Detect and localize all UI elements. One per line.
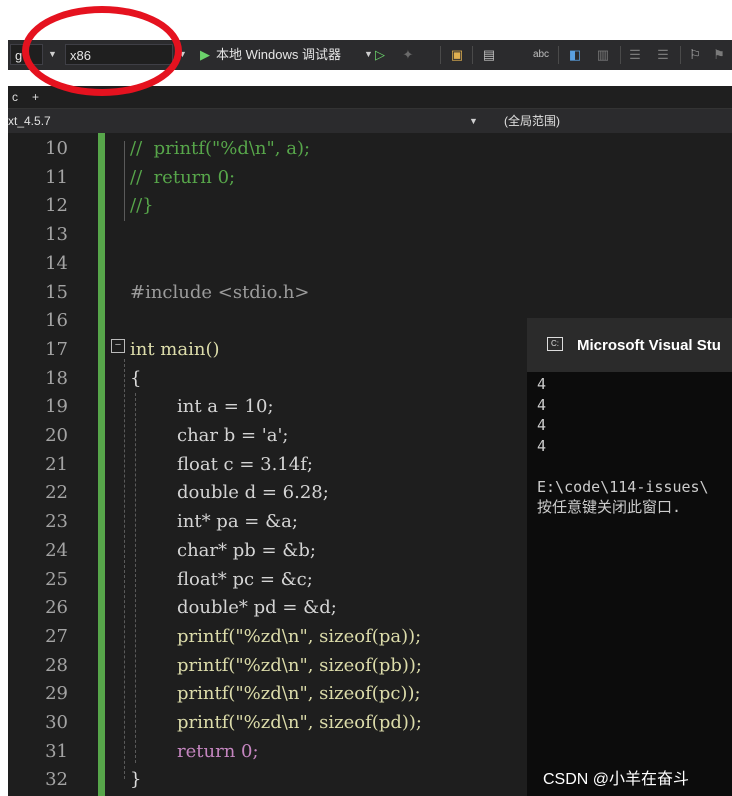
comment-icon[interactable]: ▥ bbox=[594, 46, 612, 64]
line-number: 21 bbox=[45, 453, 68, 475]
console-output-line: 4 bbox=[537, 416, 547, 434]
run-debugger-button[interactable]: 本地 Windows 调试器 bbox=[216, 44, 341, 65]
indent-guide bbox=[135, 393, 136, 763]
project-chevron-down-icon[interactable]: ▼ bbox=[469, 112, 478, 130]
line-number: 25 bbox=[45, 568, 68, 590]
outdent-icon[interactable]: ☰ bbox=[654, 46, 672, 64]
console-output-line: 4 bbox=[537, 395, 547, 414]
code-line: return 0; bbox=[177, 740, 259, 762]
window-layout-icon[interactable]: ▤ bbox=[480, 46, 498, 64]
pin-icon[interactable]: + bbox=[32, 88, 39, 106]
breakpoint-icon[interactable]: ◧ bbox=[566, 46, 584, 64]
bookmark-next-icon[interactable]: ⚑ bbox=[710, 46, 728, 64]
console-app-icon: C: bbox=[547, 337, 563, 351]
line-number: 29 bbox=[45, 683, 68, 705]
line-number: 28 bbox=[45, 654, 68, 676]
console-output-line: 4 bbox=[537, 436, 547, 455]
console-output-line: 按任意键关闭此窗口. bbox=[537, 498, 682, 516]
code-line: float* pc = &c; bbox=[177, 568, 313, 590]
console-title-bar[interactable]: C: Microsoft Visual Stu bbox=[527, 318, 732, 372]
line-number: 22 bbox=[45, 482, 68, 504]
code-line: //} bbox=[130, 195, 154, 217]
code-line: #include <stdio.h> bbox=[130, 281, 310, 303]
code-line: } bbox=[130, 769, 142, 791]
line-number: 18 bbox=[45, 367, 68, 389]
collapse-icon[interactable]: − bbox=[111, 339, 125, 353]
line-number: 26 bbox=[45, 597, 68, 619]
console-title: Microsoft Visual Stu bbox=[577, 337, 721, 354]
line-number: 17 bbox=[45, 338, 68, 360]
change-tracking-bar bbox=[98, 133, 105, 796]
console-output-line: E:\code\114-issues\ bbox=[537, 477, 709, 496]
code-line: // printf("%d\n", a); bbox=[130, 138, 311, 159]
line-number: 11 bbox=[45, 166, 68, 188]
code-line: int a = 10; bbox=[177, 396, 274, 418]
console-window[interactable]: C: Microsoft Visual Stu 4 4 4 4 E:\code\… bbox=[527, 318, 732, 796]
code-line: // return 0; bbox=[130, 166, 236, 188]
line-number: 32 bbox=[45, 769, 68, 791]
scope-dropdown[interactable]: (全局范围) bbox=[504, 112, 560, 130]
line-number: 30 bbox=[45, 712, 68, 733]
line-number: 14 bbox=[45, 252, 68, 274]
line-number: 13 bbox=[45, 224, 68, 246]
outline-guide bbox=[124, 359, 125, 779]
solution-explorer-icon[interactable]: ▣ bbox=[448, 46, 466, 64]
code-line: int* pa = &a; bbox=[177, 511, 298, 533]
code-line: int main() bbox=[130, 338, 220, 360]
code-line: float c = 3.14f; bbox=[177, 453, 313, 475]
code-line: printf("%zd\n", sizeof(pa)); bbox=[177, 625, 422, 647]
hot-reload-icon[interactable]: ✦ bbox=[399, 46, 417, 64]
line-number: 24 bbox=[45, 539, 68, 561]
console-output-line: 4 bbox=[537, 375, 547, 393]
outline-guide bbox=[124, 141, 125, 221]
line-number: 12 bbox=[45, 195, 68, 217]
tab-label[interactable]: c bbox=[12, 88, 18, 106]
indent-icon[interactable]: ☰ bbox=[626, 46, 644, 64]
line-number: 10 bbox=[45, 138, 68, 159]
navigation-bar: xt_4.5.7 ▼ (全局范围) bbox=[8, 109, 732, 133]
code-line: double d = 6.28; bbox=[177, 482, 329, 504]
line-number: 19 bbox=[45, 396, 68, 418]
bookmark-icon[interactable]: ⚐ bbox=[686, 46, 704, 64]
code-line: char b = 'a'; bbox=[177, 425, 289, 446]
play-icon[interactable]: ▶ bbox=[196, 46, 214, 64]
code-line: char* pb = &b; bbox=[177, 539, 316, 561]
line-number: 31 bbox=[45, 740, 68, 762]
red-circle-annotation bbox=[22, 6, 182, 96]
csdn-watermark: CSDN @小羊在奋斗 bbox=[543, 771, 690, 788]
line-number: 20 bbox=[45, 425, 68, 446]
line-number: 16 bbox=[45, 310, 68, 332]
start-without-debug-icon[interactable]: ▷ bbox=[371, 46, 389, 64]
code-line: printf("%zd\n", sizeof(pc)); bbox=[177, 683, 421, 705]
line-number: 27 bbox=[45, 625, 68, 647]
line-number: 23 bbox=[45, 511, 68, 533]
code-line: double* pd = &d; bbox=[177, 597, 337, 619]
spellcheck-icon[interactable]: abc bbox=[532, 46, 550, 64]
project-dropdown[interactable]: xt_4.5.7 bbox=[8, 112, 51, 130]
line-number: 15 bbox=[45, 281, 68, 303]
code-line: { bbox=[130, 367, 142, 389]
code-line: printf("%zd\n", sizeof(pb)); bbox=[177, 654, 422, 676]
code-line: printf("%zd\n", sizeof(pd)); bbox=[177, 712, 422, 733]
